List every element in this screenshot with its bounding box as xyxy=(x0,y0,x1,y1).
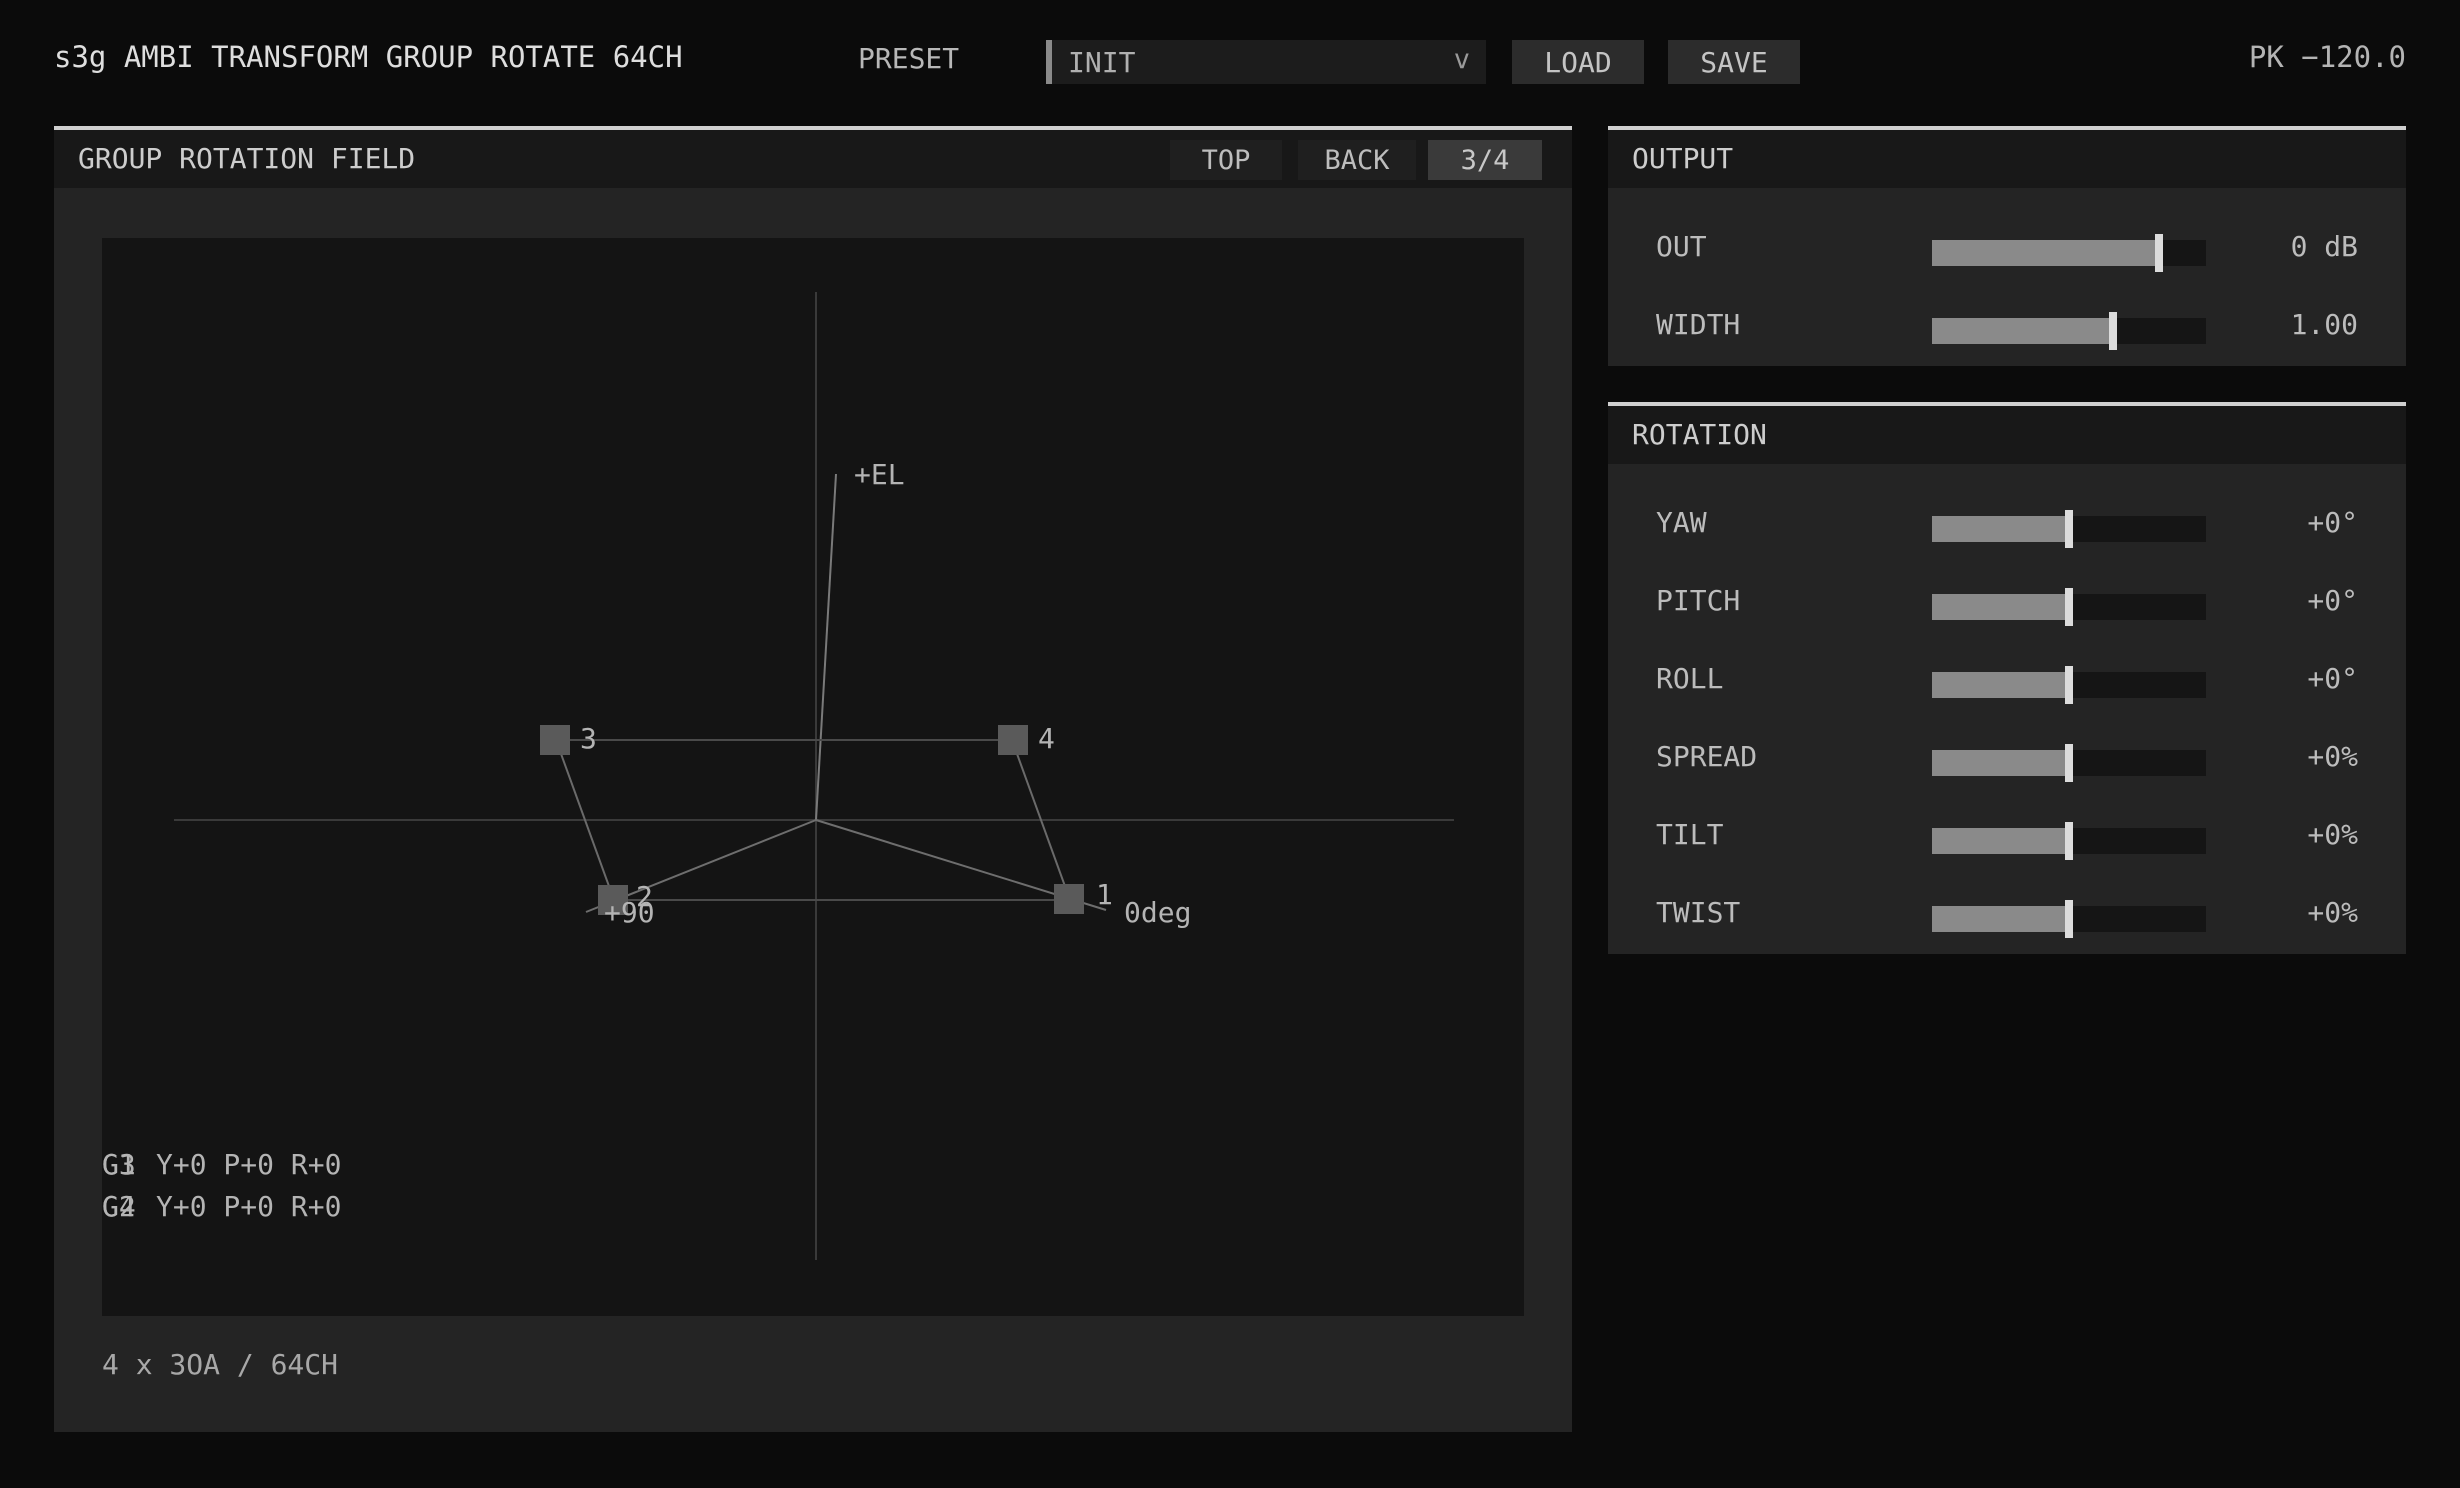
slider-fill xyxy=(1932,672,2069,698)
slider-handle[interactable] xyxy=(2065,666,2073,704)
param-value: +0% xyxy=(2307,896,2358,929)
panel-title: ROTATION xyxy=(1632,418,1767,451)
speaker-node[interactable] xyxy=(1054,884,1084,914)
speaker-node[interactable] xyxy=(998,725,1028,755)
param-label: YAW xyxy=(1656,506,1707,539)
param-value: 0 dB xyxy=(2290,230,2358,263)
yaw-slider[interactable] xyxy=(1932,510,2206,548)
channel-format-readout: 4 x 3OA / 64CH xyxy=(102,1348,339,1381)
group-status-values: Y+0 P+0 R+0 xyxy=(156,1190,341,1223)
tab-top-view[interactable]: TOP xyxy=(1170,140,1282,180)
rotation-field-canvas[interactable]: 3 4 2 1 +EL 0deg +90 G1 G3 Y+0 P+0 R+0 G… xyxy=(102,238,1524,1316)
slider-fill xyxy=(1932,240,2159,266)
slider-fill xyxy=(1932,516,2069,542)
chevron-down-icon: v xyxy=(1453,44,1470,75)
group-status-label: G4 xyxy=(102,1190,136,1223)
param-row-out: OUT 0 dB xyxy=(1608,230,2406,272)
param-label: SPREAD xyxy=(1656,740,1758,773)
speaker-label: 4 xyxy=(1038,722,1055,755)
slider-fill xyxy=(1932,906,2069,932)
group-rotation-field-panel: GROUP ROTATION FIELD TOP BACK 3/4 3 4 2 xyxy=(54,126,1572,1432)
output-panel: OUTPUT OUT 0 dB WIDTH 1.00 xyxy=(1608,126,2406,366)
peak-meter-readout: PK −120.0 xyxy=(2248,40,2406,74)
param-value: +0° xyxy=(2307,662,2358,695)
twist-slider[interactable] xyxy=(1932,900,2206,938)
roll-slider[interactable] xyxy=(1932,666,2206,704)
slider-handle[interactable] xyxy=(2065,744,2073,782)
param-value: +0% xyxy=(2307,818,2358,851)
azimuth-90-label: +90 xyxy=(604,896,655,929)
param-value: +0° xyxy=(2307,506,2358,539)
rotation-panel: ROTATION YAW +0° PITCH +0° ROLL +0° SPRE… xyxy=(1608,402,2406,954)
param-row-width: WIDTH 1.00 xyxy=(1608,308,2406,350)
param-value: 1.00 xyxy=(2290,308,2358,341)
param-label: WIDTH xyxy=(1656,308,1741,341)
slider-handle[interactable] xyxy=(2155,234,2163,272)
rotation-field-graphic: 3 4 2 1 +EL 0deg +90 G1 G3 Y+0 P+0 R+0 G… xyxy=(102,292,1454,1260)
preset-label: PRESET xyxy=(858,42,960,75)
tilt-slider[interactable] xyxy=(1932,822,2206,860)
slider-handle[interactable] xyxy=(2065,900,2073,938)
slider-fill xyxy=(1932,594,2069,620)
load-button[interactable]: LOAD xyxy=(1512,40,1644,84)
slider-handle[interactable] xyxy=(2065,588,2073,626)
elevation-axis-line xyxy=(815,473,837,821)
tab-three-quarter-view[interactable]: 3/4 xyxy=(1428,140,1542,180)
param-row-spread: SPREAD +0% xyxy=(1608,740,2406,782)
save-button[interactable]: SAVE xyxy=(1668,40,1800,84)
param-label: ROLL xyxy=(1656,662,1724,695)
preset-value: INIT xyxy=(1068,46,1136,79)
slider-handle[interactable] xyxy=(2109,312,2117,350)
param-label: TWIST xyxy=(1656,896,1741,929)
panel-title: OUTPUT xyxy=(1632,142,1734,175)
panel-title: GROUP ROTATION FIELD xyxy=(78,142,416,175)
width-slider[interactable] xyxy=(1932,312,2206,350)
panel-header: ROTATION xyxy=(1608,406,2406,464)
param-row-twist: TWIST +0% xyxy=(1608,896,2406,938)
group-status-values: Y+0 P+0 R+0 xyxy=(156,1148,341,1181)
tab-back-view[interactable]: BACK xyxy=(1298,140,1416,180)
slider-handle[interactable] xyxy=(2065,510,2073,548)
param-row-pitch: PITCH +0° xyxy=(1608,584,2406,626)
param-value: +0% xyxy=(2307,740,2358,773)
param-value: +0° xyxy=(2307,584,2358,617)
speaker-label: 1 xyxy=(1096,878,1113,911)
param-row-roll: ROLL +0° xyxy=(1608,662,2406,704)
param-label: OUT xyxy=(1656,230,1707,263)
group-status-label: G3 xyxy=(102,1148,136,1181)
elevation-axis-label: +EL xyxy=(854,458,905,491)
param-row-tilt: TILT +0% xyxy=(1608,818,2406,860)
panel-header: GROUP ROTATION FIELD TOP BACK 3/4 xyxy=(54,130,1572,188)
out-slider[interactable] xyxy=(1932,234,2206,272)
speaker-label: 3 xyxy=(580,722,597,755)
panel-header: OUTPUT xyxy=(1608,130,2406,188)
slider-fill xyxy=(1932,828,2069,854)
speaker-node[interactable] xyxy=(540,725,570,755)
app-title: s3g AMBI TRANSFORM GROUP ROTATE 64CH xyxy=(54,40,683,74)
spread-slider[interactable] xyxy=(1932,744,2206,782)
azimuth-zero-label: 0deg xyxy=(1124,896,1191,929)
param-label: TILT xyxy=(1656,818,1724,851)
preset-select[interactable]: INIT v xyxy=(1046,40,1486,84)
slider-handle[interactable] xyxy=(2065,822,2073,860)
slider-fill xyxy=(1932,318,2113,344)
pitch-slider[interactable] xyxy=(1932,588,2206,626)
param-row-yaw: YAW +0° xyxy=(1608,506,2406,548)
param-label: PITCH xyxy=(1656,584,1741,617)
slider-fill xyxy=(1932,750,2069,776)
